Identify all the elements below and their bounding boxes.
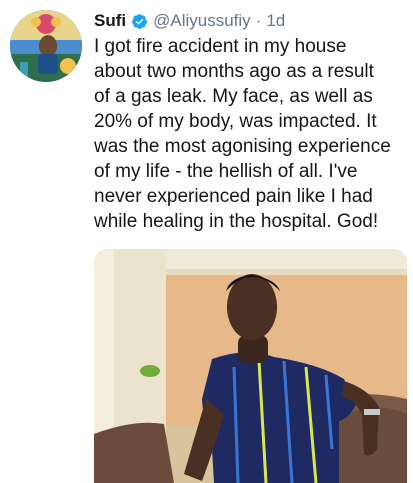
tweet-text-line: I got fire accident in my house [94,36,347,57]
author-handle[interactable]: @Aliyussufiy [153,11,251,31]
separator-dot: · [255,11,262,30]
tweet-text-line: never experienced pain like I had [94,186,373,207]
avatar[interactable] [10,10,82,82]
tweet-text: I got fire accident in my house about tw… [94,34,406,234]
tweet-text-line: 20% of my body, was impacted. It [94,111,377,132]
tweet-header: Sufi @Aliyussufiy · 1d [94,10,285,32]
tweet-text-line: was the most agonising experience [94,136,391,157]
tweet-photo[interactable] [94,249,407,483]
tweet[interactable]: Sufi @Aliyussufiy · 1d I got fire accide… [0,0,413,483]
tweet-text-line: about two months ago as a result [94,61,374,82]
tweet-text-line: of a gas leak. My face, as well as [94,86,373,107]
author-name[interactable]: Sufi [94,11,126,31]
timestamp[interactable]: 1d [266,11,285,31]
tweet-text-line: while healing in the hospital. God! [94,211,379,232]
tweet-text-line: of my life - the hellish of all. I've [94,161,358,182]
verified-badge-icon [131,13,148,30]
